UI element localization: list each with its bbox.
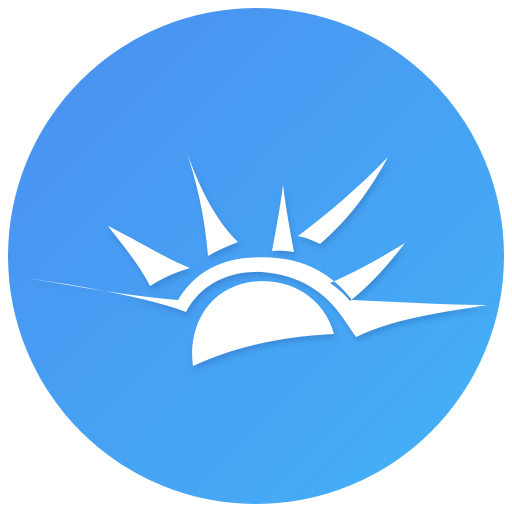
- app-icon: [0, 0, 512, 512]
- icon-background-circle: [8, 8, 504, 504]
- sunrise-icon: [8, 8, 504, 504]
